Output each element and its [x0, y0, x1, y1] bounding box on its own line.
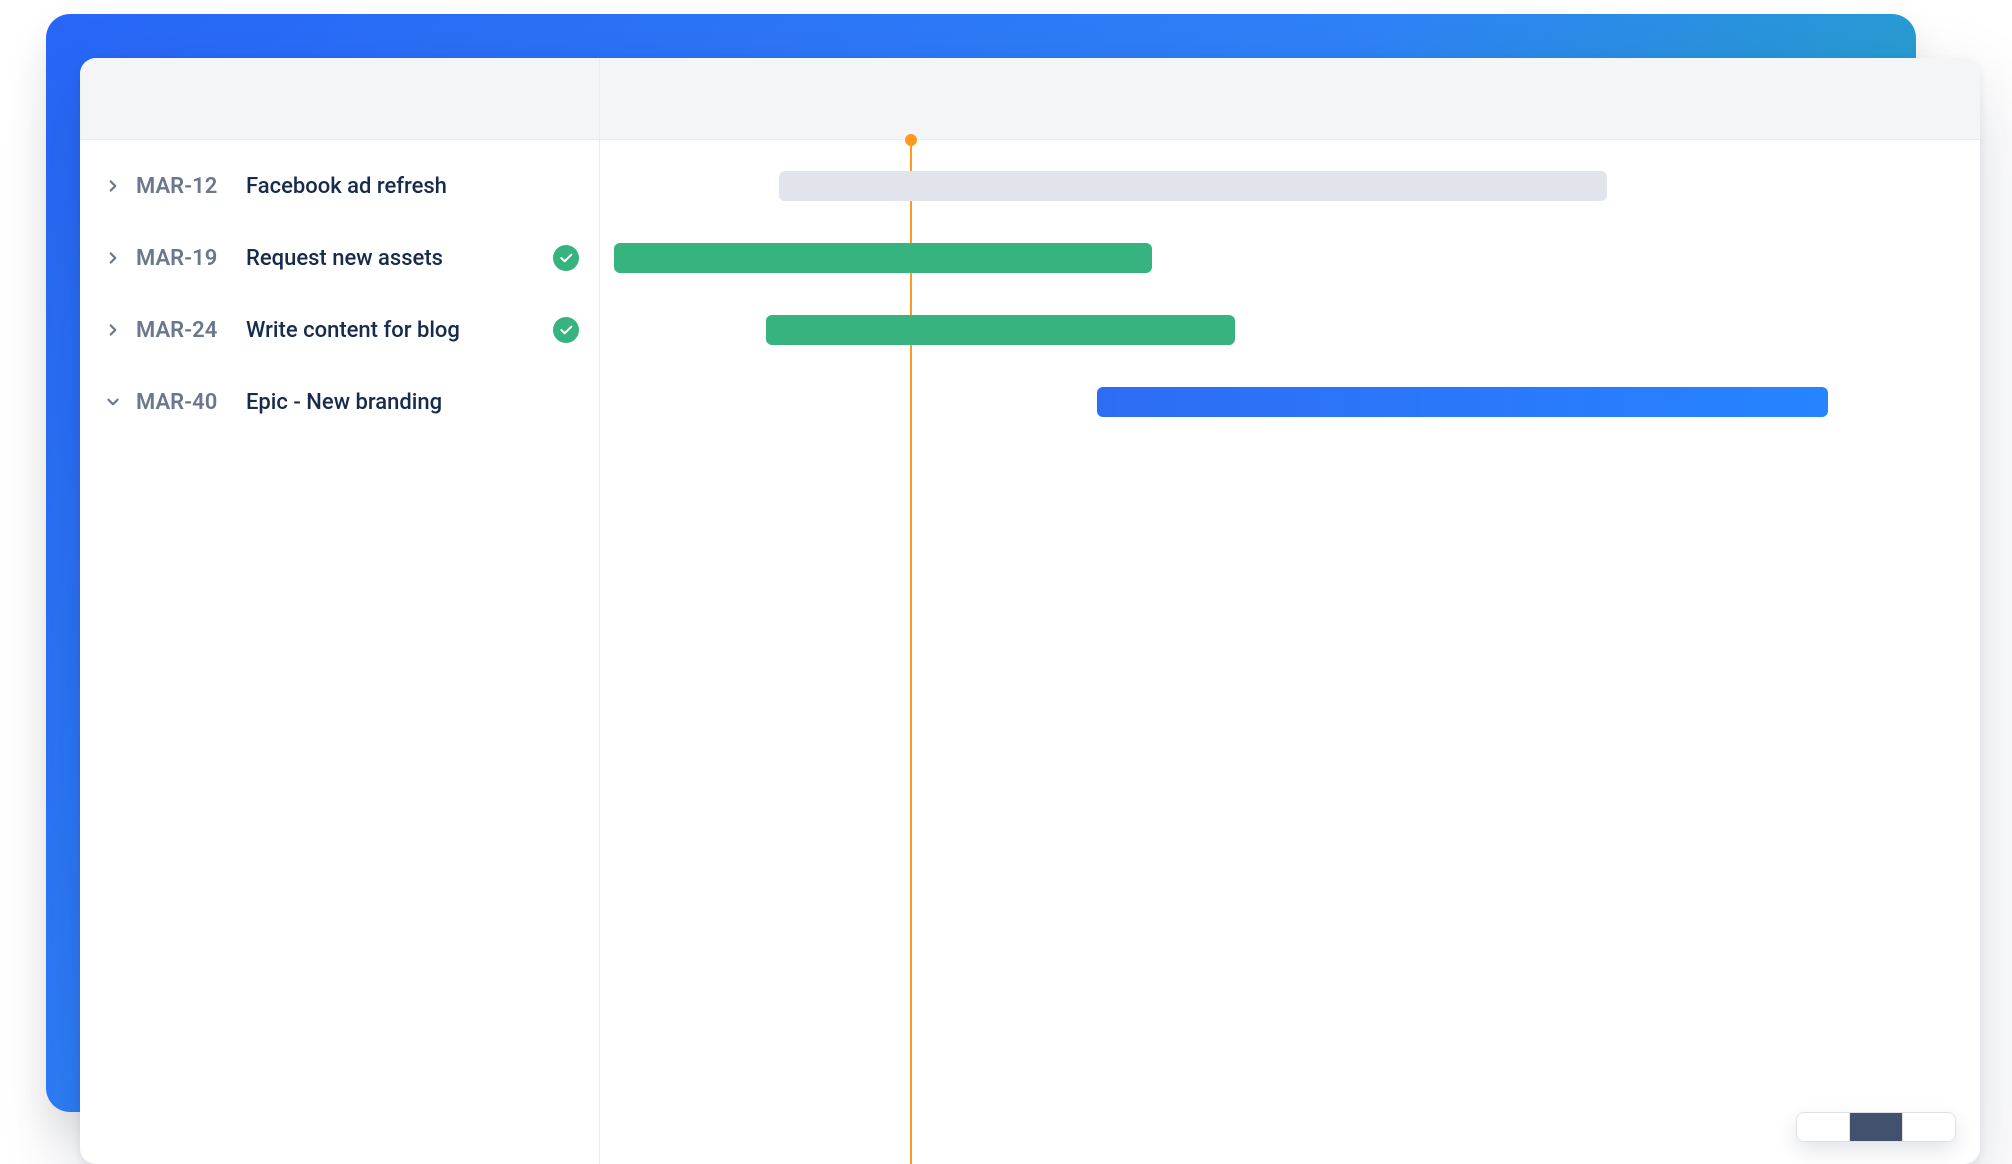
chevron-right-icon[interactable]: [100, 249, 126, 267]
issue-key: MAR-12: [136, 174, 232, 199]
chevron-down-icon[interactable]: [100, 393, 126, 411]
issue-title: Epic - New branding: [246, 390, 442, 415]
epic-row[interactable]: MAR-19 Request new assets: [80, 222, 599, 294]
gantt-bar[interactable]: [779, 171, 1607, 201]
issue-title: Write content for blog: [246, 318, 460, 343]
zoom-quarters-button[interactable]: [1903, 1113, 1955, 1141]
issue-title: Facebook ad refresh: [246, 174, 447, 199]
issue-key: MAR-24: [136, 318, 232, 343]
month-label-may: [600, 58, 1060, 139]
zoom-months-button[interactable]: [1850, 1113, 1903, 1141]
epic-row[interactable]: MAR-40 Epic - New branding: [80, 366, 599, 438]
timeline-canvas[interactable]: [600, 140, 1980, 1164]
chevron-right-icon[interactable]: [100, 177, 126, 195]
zoom-toggle: [1796, 1112, 1956, 1142]
issue-key: MAR-19: [136, 246, 232, 271]
gantt-bar[interactable]: [614, 243, 1152, 273]
chevron-right-icon[interactable]: [100, 321, 126, 339]
timeline-header: [80, 58, 1980, 140]
epic-row[interactable]: MAR-12 Facebook ad refresh: [80, 150, 599, 222]
issue-title: Request new assets: [246, 246, 443, 271]
zoom-weeks-button[interactable]: [1797, 1113, 1850, 1141]
epic-row[interactable]: MAR-24 Write content for blog: [80, 294, 599, 366]
month-label-jul: [1520, 58, 1980, 139]
today-marker: [910, 140, 912, 1164]
roadmap-app: MAR-12 Facebook ad refresh MAR-19 Request n…: [80, 58, 1980, 1164]
issue-key: MAR-40: [136, 390, 232, 415]
header-side-spacer: [80, 58, 600, 139]
done-check-icon: [553, 317, 579, 343]
done-check-icon: [553, 245, 579, 271]
issue-list-sidebar: MAR-12 Facebook ad refresh MAR-19 Request n…: [80, 140, 600, 1164]
month-label-jun: [1060, 58, 1520, 139]
months-row: [600, 58, 1980, 139]
today-dot-icon: [905, 134, 917, 146]
gantt-bar[interactable]: [1097, 387, 1828, 417]
gantt-bar[interactable]: [766, 315, 1235, 345]
